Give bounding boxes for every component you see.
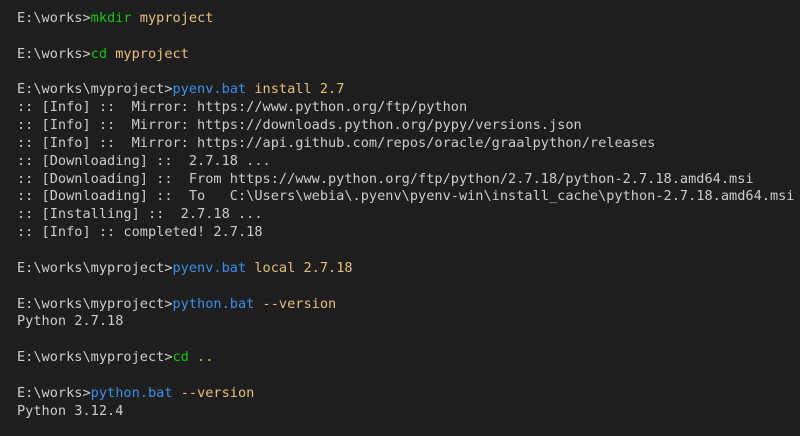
command-args: --version [172,384,255,401]
output-line: :: [Downloading] :: 2.7.18 ... [17,152,271,169]
command-line: E:\works>cd myproject [17,46,800,64]
command-line: E:\works\myproject>python.bat --version [17,296,800,314]
command-name: mkdir [90,10,132,26]
command-line: E:\works\myproject>pyenv.bat install 2.7 [17,81,800,99]
prompt: E:\works\myproject> [17,349,173,366]
output-line: :: [Info] :: Mirror: https://downloads.p… [17,117,582,134]
terminal-output[interactable]: E:\works>mkdir myproject E:\works>cd mypr… [0,0,800,436]
output-line: :: [Downloading] :: From https://www.pyt… [17,170,754,187]
command-line: E:\works>python.bat --version [17,385,800,403]
command-args: install 2.7 [246,81,345,98]
command-line: E:\works\myproject>cd .. [17,349,800,367]
command-args: myproject [131,10,214,26]
prompt: E:\works\myproject> [17,259,173,276]
command-args: .. [188,349,214,366]
output-line: :: [Info] :: Mirror: https://api.github.… [17,134,656,151]
command-name: cd [90,45,108,62]
command-name: cd [172,349,189,366]
prompt: E:\works> [17,10,91,26]
output-line: Python 2.7.18 [17,313,124,330]
command-name: pyenv.bat [172,259,247,276]
prompt: E:\works\myproject> [17,81,173,98]
command-name: python.bat [172,295,255,312]
command-name: pyenv.bat [172,81,247,98]
prompt: E:\works> [17,45,91,62]
command-line: E:\works\myproject>pyenv.bat local 2.7.1… [17,260,800,278]
command-line: E:\works>mkdir myproject [17,10,800,28]
command-args: local 2.7.18 [246,259,353,276]
output-line: :: [Info] :: Mirror: https://www.python.… [17,99,468,116]
output-line: Python 3.12.4 [17,402,124,419]
output-line: :: [Info] :: completed! 2.7.18 [17,224,263,241]
command-args: --version [254,295,337,312]
output-line: :: [Downloading] :: To C:\Users\webia\.p… [17,188,795,205]
command-args: myproject [107,45,189,62]
prompt: E:\works\myproject> [17,295,173,312]
command-name: python.bat [90,384,173,401]
output-line: :: [Installing] :: 2.7.18 ... [17,206,263,223]
prompt: E:\works> [17,384,91,401]
